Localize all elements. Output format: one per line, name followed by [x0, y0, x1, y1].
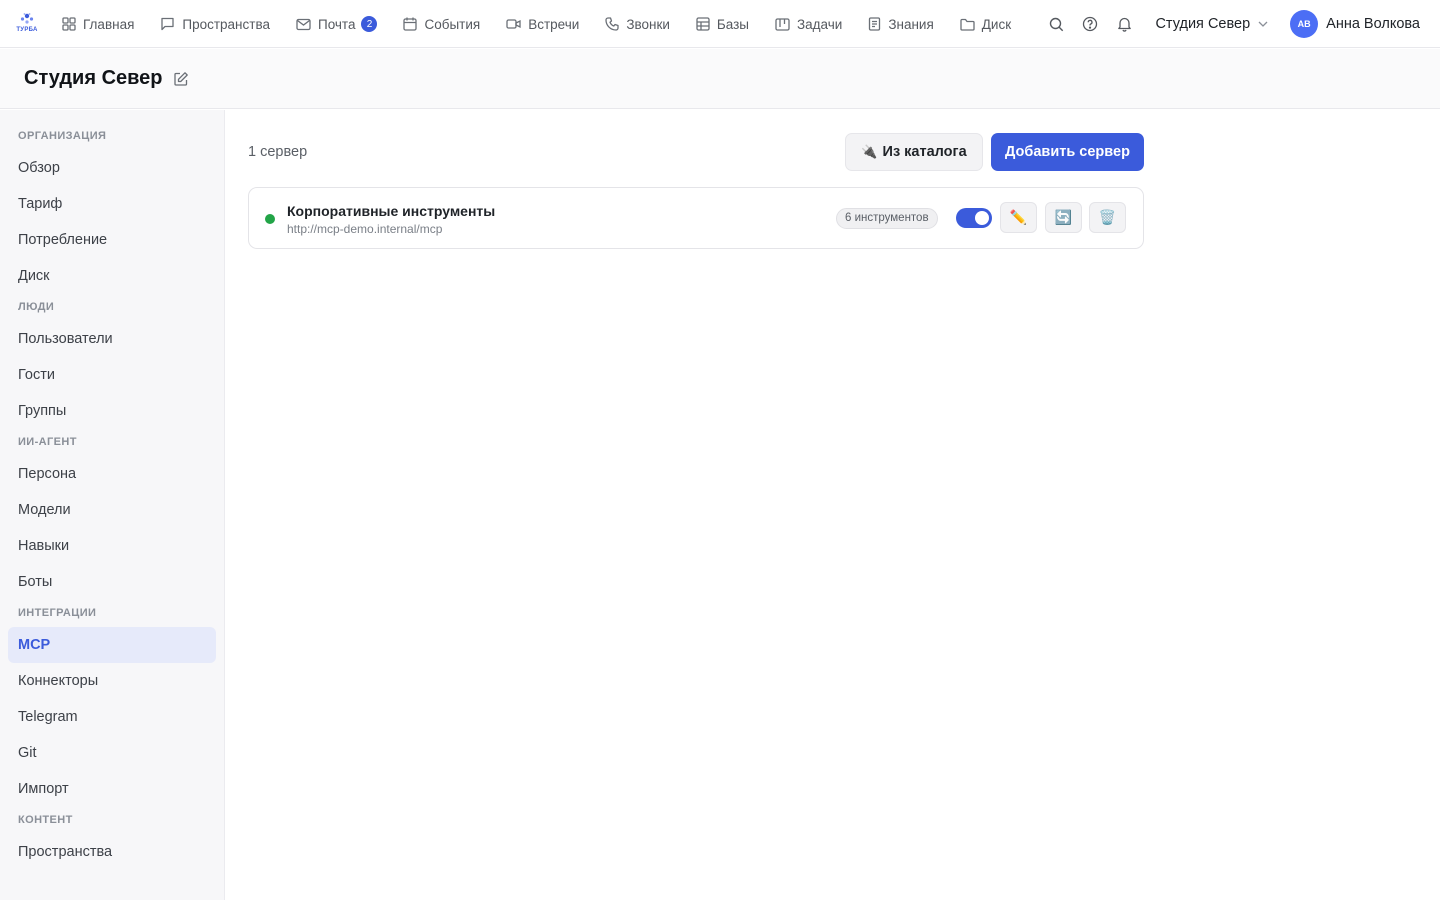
main-nav: Главная Пространства Почта 2 События Вст… [62, 0, 1021, 48]
folder-icon [960, 18, 975, 31]
top-right-controls: Студия Север АВ Анна Волкова [1045, 0, 1420, 48]
nav-item-knowledge[interactable]: Знания [868, 0, 934, 48]
search-icon [1049, 17, 1064, 31]
sidebar-section-title: ЛЮДИ [18, 301, 55, 313]
sidebar-item-bots[interactable]: Боты [8, 564, 216, 600]
table-icon [696, 17, 710, 31]
server-count: 1 сервер [248, 144, 308, 160]
refresh-icon: 🔄 [1054, 209, 1073, 225]
avatar[interactable]: АВ [1290, 10, 1319, 38]
edit-pencil-icon [173, 71, 188, 86]
nav-item-tasks[interactable]: Задачи [775, 0, 842, 48]
delete-server-button[interactable]: 🗑️ [1089, 202, 1126, 233]
toggle-knob [975, 211, 989, 225]
edit-title-button[interactable] [173, 71, 189, 87]
mail-icon [296, 18, 311, 30]
notifications-button[interactable] [1113, 13, 1135, 35]
nav-item-home[interactable]: Главная [62, 0, 134, 48]
kanban-icon [775, 17, 790, 31]
mail-unread-badge: 2 [361, 16, 378, 32]
document-icon [869, 17, 881, 31]
sidebar-item-mcp[interactable]: MCP [8, 627, 216, 663]
chat-bubble-icon [161, 17, 175, 31]
nav-label: Встречи [528, 16, 580, 32]
sidebar-section-title: ИНТЕГРАЦИИ [18, 607, 97, 619]
sidebar-item-plan[interactable]: Тариф [8, 186, 216, 222]
grid-icon [62, 17, 76, 31]
nav-label: Главная [83, 16, 135, 32]
server-url: http://mcp-demo.internal/mcp [287, 222, 443, 236]
trash-icon: 🗑️ [1098, 209, 1117, 225]
sidebar-item-content-spaces[interactable]: Пространства [8, 834, 216, 870]
server-enabled-toggle[interactable] [956, 208, 992, 228]
settings-sidebar: ОРГАНИЗАЦИЯ Обзор Тариф Потребление Диск… [0, 110, 225, 900]
nav-label: Задачи [797, 16, 843, 32]
help-circle-icon [1083, 16, 1098, 32]
server-card: Корпоративные инструменты http://mcp-dem… [248, 187, 1144, 249]
from-catalog-button[interactable]: 🔌 Из каталога [845, 133, 983, 171]
sidebar-item-telegram[interactable]: Telegram [8, 699, 216, 735]
calendar-icon [403, 17, 418, 31]
edit-server-button[interactable]: ✏️ [1000, 202, 1037, 233]
sidebar-item-persona[interactable]: Персона [8, 456, 216, 492]
nav-label: События [424, 16, 481, 32]
sidebar-item-users[interactable]: Пользователи [8, 321, 216, 357]
nav-label: Почта [317, 16, 356, 32]
logo-mark-icon [20, 13, 34, 24]
from-catalog-label: Из каталога [882, 144, 967, 160]
logo-text: ТУРБА [16, 27, 38, 33]
sidebar-section-title: КОНТЕНТ [18, 814, 73, 826]
sidebar-section-title: ОРГАНИЗАЦИЯ [18, 130, 107, 142]
refresh-server-button[interactable]: 🔄 [1045, 202, 1082, 233]
sidebar-item-guests[interactable]: Гости [8, 357, 216, 393]
sidebar-item-groups[interactable]: Группы [8, 393, 216, 429]
server-name: Корпоративные инструменты [287, 203, 496, 219]
sidebar-item-skills[interactable]: Навыки [8, 528, 216, 564]
tools-count-badge: 6 инструментов [836, 208, 938, 229]
search-button[interactable] [1045, 13, 1067, 35]
sidebar-item-overview[interactable]: Обзор [8, 150, 216, 186]
nav-label: Звонки [626, 16, 670, 32]
nav-item-disk[interactable]: Диск [960, 0, 1011, 48]
sidebar-item-disk[interactable]: Диск [8, 258, 216, 294]
nav-label: Пространства [182, 16, 270, 32]
sidebar-item-usage[interactable]: Потребление [8, 222, 216, 258]
chevron-down-icon [1258, 21, 1268, 27]
plug-icon: 🔌 [861, 144, 878, 159]
nav-label: Диск [981, 16, 1012, 32]
nav-item-bases[interactable]: Базы [696, 0, 749, 48]
add-server-button[interactable]: Добавить сервер [991, 133, 1144, 171]
pencil-icon: ✏️ [1009, 209, 1028, 225]
sidebar-section-title: ИИ-АГЕНТ [18, 436, 77, 448]
sidebar-item-models[interactable]: Модели [8, 492, 216, 528]
nav-label: Базы [716, 16, 750, 32]
phone-icon [605, 17, 619, 31]
nav-label: Знания [888, 16, 934, 32]
sidebar-item-git[interactable]: Git [8, 735, 216, 771]
page-header: Студия Север [0, 49, 1440, 109]
org-name: Студия Север [1155, 16, 1251, 32]
sidebar-item-connectors[interactable]: Коннекторы [8, 663, 216, 699]
org-switcher[interactable]: Студия Север [1155, 16, 1268, 32]
server-status-dot [265, 214, 275, 224]
app-logo[interactable]: ТУРБА [14, 12, 40, 36]
nav-item-calls[interactable]: Звонки [605, 0, 670, 48]
bell-icon [1118, 17, 1131, 32]
sidebar-item-import[interactable]: Импорт [8, 771, 216, 807]
nav-item-mail[interactable]: Почта 2 [296, 0, 378, 48]
video-icon [506, 19, 521, 29]
mcp-main-panel: 1 сервер 🔌 Из каталога Добавить сервер К… [226, 110, 1440, 900]
user-name[interactable]: Анна Волкова [1326, 16, 1420, 32]
nav-item-events[interactable]: События [403, 0, 480, 48]
top-navigation-bar: ТУРБА Главная Пространства Почта 2 Событ… [0, 0, 1440, 48]
nav-item-spaces[interactable]: Пространства [160, 0, 270, 48]
nav-item-meetings[interactable]: Встречи [506, 0, 579, 48]
help-button[interactable] [1079, 13, 1101, 35]
page-title: Студия Север [24, 67, 163, 89]
